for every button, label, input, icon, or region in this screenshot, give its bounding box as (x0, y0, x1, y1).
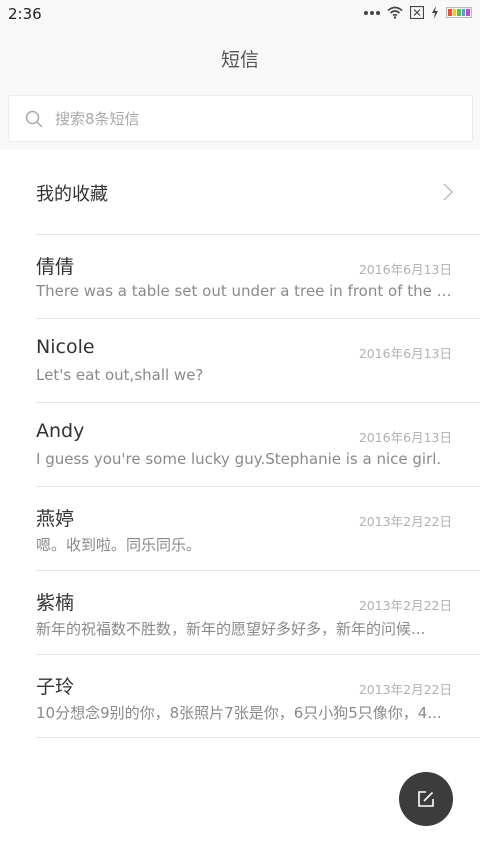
message-date: 2013年2月22日 (358, 514, 452, 529)
search-box[interactable] (8, 95, 473, 142)
battery-cell (466, 9, 470, 16)
battery-icon (446, 7, 472, 18)
title-bar: 短信 (0, 30, 480, 86)
message-row[interactable]: Andy 2016年6月13日 I guess you're some luck… (0, 402, 480, 486)
message-row[interactable]: Nicole 2016年6月13日 Let's eat out,shall we… (0, 318, 480, 402)
favorites-label: 我的收藏 (36, 184, 108, 205)
more-dots-icon (364, 10, 380, 15)
wifi-icon (387, 6, 403, 19)
compose-button[interactable] (399, 772, 453, 826)
battery-cell (448, 9, 452, 16)
message-sender: Nicole (36, 336, 95, 358)
message-date: 2013年2月22日 (358, 598, 452, 613)
message-sender: 子玲 (36, 676, 75, 698)
status-time: 2:36 (8, 5, 42, 23)
message-date: 2013年2月22日 (358, 682, 452, 697)
status-icons (364, 6, 472, 19)
search-icon (25, 110, 43, 128)
message-date: 2016年6月13日 (358, 262, 452, 277)
chevron-right-icon (443, 183, 454, 201)
message-row[interactable]: 燕婷 2013年2月22日 嗯。收到啦。同乐同乐。 (0, 486, 480, 570)
search-input[interactable] (55, 109, 435, 128)
sim-card-icon (410, 6, 424, 19)
message-list-panel: 我的收藏 倩倩 2016年6月13日 There was a table set… (0, 150, 480, 853)
message-preview: 嗯。收到啦。同乐同乐。 (36, 536, 202, 554)
favorites-row[interactable]: 我的收藏 (0, 150, 480, 234)
message-row[interactable]: 紫楠 2013年2月22日 新年的祝福数不胜数，新年的愿望好多好多，新年的问候.… (0, 570, 480, 654)
charging-icon (432, 6, 438, 19)
message-row[interactable]: 子玲 2013年2月22日 10分想念9别的你，8张照片7张是你，6只小狗5只像… (0, 654, 480, 738)
message-row[interactable]: 倩倩 2016年6月13日 There was a table set out … (0, 234, 480, 318)
message-preview: There was a table set out under a tree i… (36, 282, 456, 300)
battery-cell (461, 9, 466, 16)
battery-cell (452, 9, 457, 16)
compose-icon (418, 791, 434, 807)
status-bar: 2:36 (0, 0, 480, 30)
message-sender: Andy (36, 420, 85, 442)
page-title: 短信 (220, 48, 259, 71)
message-preview: 10分想念9别的你，8张照片7张是你，6只小狗5只像你，4... (36, 704, 442, 722)
message-sender: 燕婷 (36, 508, 75, 530)
message-date: 2016年6月13日 (358, 346, 452, 361)
message-preview: I guess you're some lucky guy.Stephanie … (36, 450, 442, 468)
message-preview: 新年的祝福数不胜数，新年的愿望好多好多，新年的问候... (36, 620, 426, 638)
message-sender: 紫楠 (36, 592, 75, 614)
battery-cell (457, 9, 461, 16)
message-preview: Let's eat out,shall we? (36, 366, 204, 384)
divider (36, 737, 480, 738)
message-date: 2016年6月13日 (358, 430, 452, 445)
message-sender: 倩倩 (36, 256, 75, 278)
